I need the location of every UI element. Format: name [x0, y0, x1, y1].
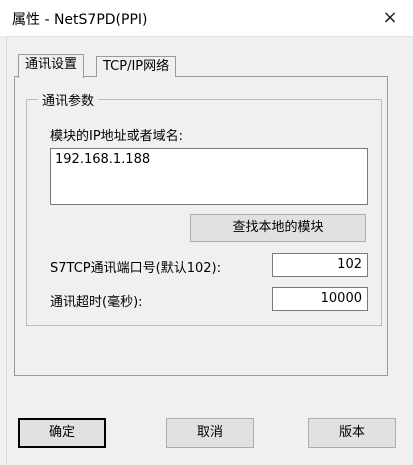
port-label: S7TCP通讯端口号(默认102): [50, 261, 221, 276]
version-button[interactable]: 版本 [308, 418, 396, 448]
cancel-button[interactable]: 取消 [166, 418, 254, 448]
tab-comm-settings[interactable]: 通讯设置 [18, 54, 85, 78]
ok-button[interactable]: 确定 [18, 418, 106, 448]
port-input[interactable]: 102 [272, 253, 368, 277]
window-edge [0, 36, 7, 465]
address-input[interactable]: 192.168.1.188 [50, 148, 368, 205]
timeout-label: 通讯超时(毫秒): [50, 295, 143, 310]
close-icon[interactable]: × [376, 6, 404, 30]
group-title: 通讯参数 [38, 90, 99, 109]
tab-tcpip-network[interactable]: TCP/IP网络 [96, 56, 177, 77]
find-local-module-button[interactable]: 查找本地的模块 [190, 214, 366, 242]
timeout-input[interactable]: 10000 [272, 287, 368, 311]
address-label: 模块的IP地址或者域名: [50, 129, 184, 144]
window-title: 属性 - NetS7PD(PPI) [12, 12, 148, 28]
